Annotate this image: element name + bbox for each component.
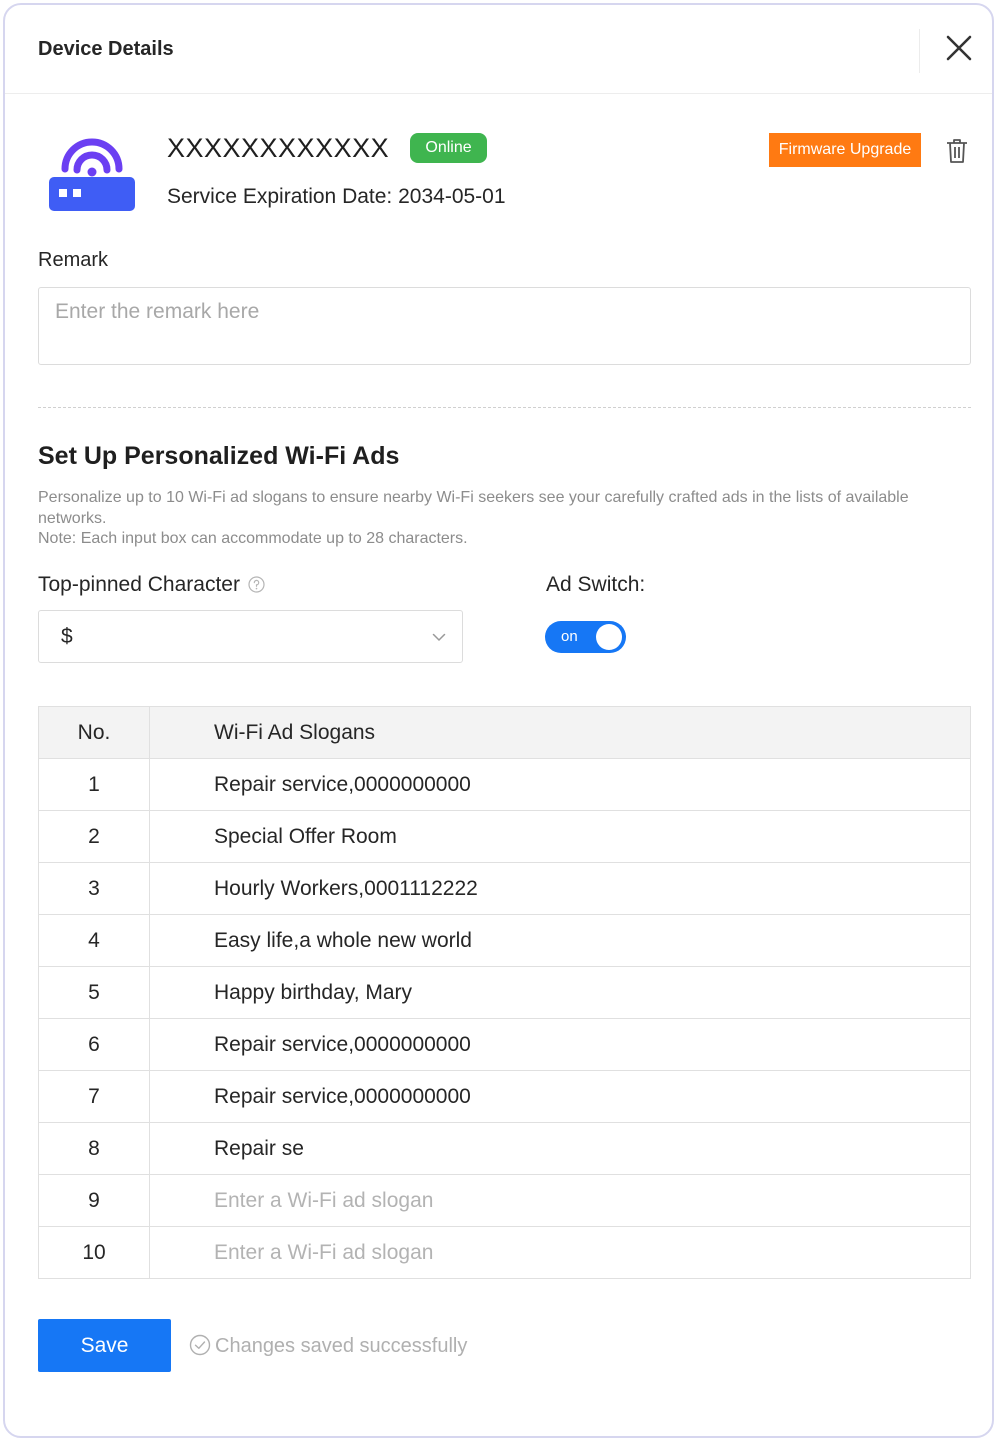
slogan-input[interactable] <box>150 967 970 1018</box>
slogan-cell <box>149 758 971 811</box>
slogan-cell <box>149 810 971 863</box>
firmware-upgrade-button[interactable]: Firmware Upgrade <box>769 133 921 167</box>
ad-switch-toggle[interactable]: on <box>545 621 626 653</box>
slogan-number: 1 <box>38 758 150 811</box>
slogan-input[interactable] <box>150 915 970 966</box>
dialog-header: Device Details <box>5 5 992 94</box>
device-details-dialog: Device Details XXXXXXXXXXXX Online Servi… <box>3 3 994 1438</box>
device-name: XXXXXXXXXXXX <box>167 133 390 163</box>
column-header-no: No. <box>38 706 150 759</box>
top-pinned-character-value: $ <box>61 625 73 648</box>
table-row: 6 <box>38 1018 971 1071</box>
slogan-number: 10 <box>38 1226 150 1279</box>
slogan-table: No. Wi-Fi Ad Slogans 12345678910 <box>38 706 971 1279</box>
table-row: 10 <box>38 1226 971 1279</box>
table-row: 8 <box>38 1122 971 1175</box>
slogan-cell <box>149 1070 971 1123</box>
table-row: 2 <box>38 810 971 863</box>
slogan-number: 6 <box>38 1018 150 1071</box>
slogan-number: 5 <box>38 966 150 1019</box>
remark-label: Remark <box>38 249 109 271</box>
save-status: Changes saved successfully <box>189 1334 467 1358</box>
wifi-ads-note: Note: Each input box can accommodate up … <box>38 530 468 547</box>
save-button[interactable]: Save <box>38 1319 171 1372</box>
table-header-row: No. Wi-Fi Ad Slogans <box>38 706 971 759</box>
status-badge: Online <box>410 133 487 163</box>
header-divider <box>919 29 920 73</box>
slogan-cell <box>149 1226 971 1279</box>
slogan-number: 4 <box>38 914 150 967</box>
slogan-input[interactable] <box>150 1019 970 1070</box>
close-button[interactable] <box>942 31 976 65</box>
ad-switch-knob <box>596 624 622 650</box>
top-pinned-character-label: Top-pinned Character <box>38 573 265 597</box>
slogan-input[interactable] <box>150 1227 970 1278</box>
remark-input[interactable] <box>38 287 971 365</box>
slogan-cell <box>149 1122 971 1175</box>
slogan-number: 3 <box>38 862 150 915</box>
table-row: 5 <box>38 966 971 1019</box>
section-divider <box>38 407 971 408</box>
table-row: 9 <box>38 1174 971 1227</box>
help-icon[interactable] <box>248 576 265 593</box>
close-icon <box>946 35 972 61</box>
slogan-cell <box>149 1174 971 1227</box>
slogan-number: 7 <box>38 1070 150 1123</box>
slogan-number: 9 <box>38 1174 150 1227</box>
slogan-input[interactable] <box>150 863 970 914</box>
slogan-number: 2 <box>38 810 150 863</box>
slogan-cell <box>149 966 971 1019</box>
table-row: 4 <box>38 914 971 967</box>
wifi-ads-title: Set Up Personalized Wi-Fi Ads <box>38 442 400 470</box>
table-row: 3 <box>38 862 971 915</box>
table-row: 1 <box>38 758 971 811</box>
slogan-input[interactable] <box>150 759 970 810</box>
slogan-input[interactable] <box>150 811 970 862</box>
delete-device-button[interactable] <box>945 137 969 165</box>
save-status-text: Changes saved successfully <box>215 1335 468 1357</box>
slogan-input[interactable] <box>150 1071 970 1122</box>
router-icon <box>49 138 135 211</box>
table-row: 7 <box>38 1070 971 1123</box>
top-pinned-character-select[interactable]: $ <box>38 610 463 663</box>
slogan-cell <box>149 1018 971 1071</box>
slogan-number: 8 <box>38 1122 150 1175</box>
dialog-title: Device Details <box>38 38 174 60</box>
check-circle-icon <box>189 1334 211 1356</box>
column-header-slogans: Wi-Fi Ad Slogans <box>149 706 971 759</box>
ad-switch-label: Ad Switch: <box>546 573 646 596</box>
slogan-input[interactable] <box>150 1175 970 1226</box>
service-expiration-date: Service Expiration Date: 2034-05-01 <box>167 185 506 208</box>
trash-icon <box>947 139 967 163</box>
wifi-ads-description: Personalize up to 10 Wi-Fi ad slogans to… <box>38 489 909 527</box>
ad-switch-state: on <box>561 628 578 645</box>
slogan-input[interactable] <box>150 1123 970 1174</box>
top-pinned-character-label-text: Top-pinned Character <box>38 573 240 596</box>
slogan-cell <box>149 862 971 915</box>
slogan-cell <box>149 914 971 967</box>
chevron-down-icon <box>432 633 446 642</box>
